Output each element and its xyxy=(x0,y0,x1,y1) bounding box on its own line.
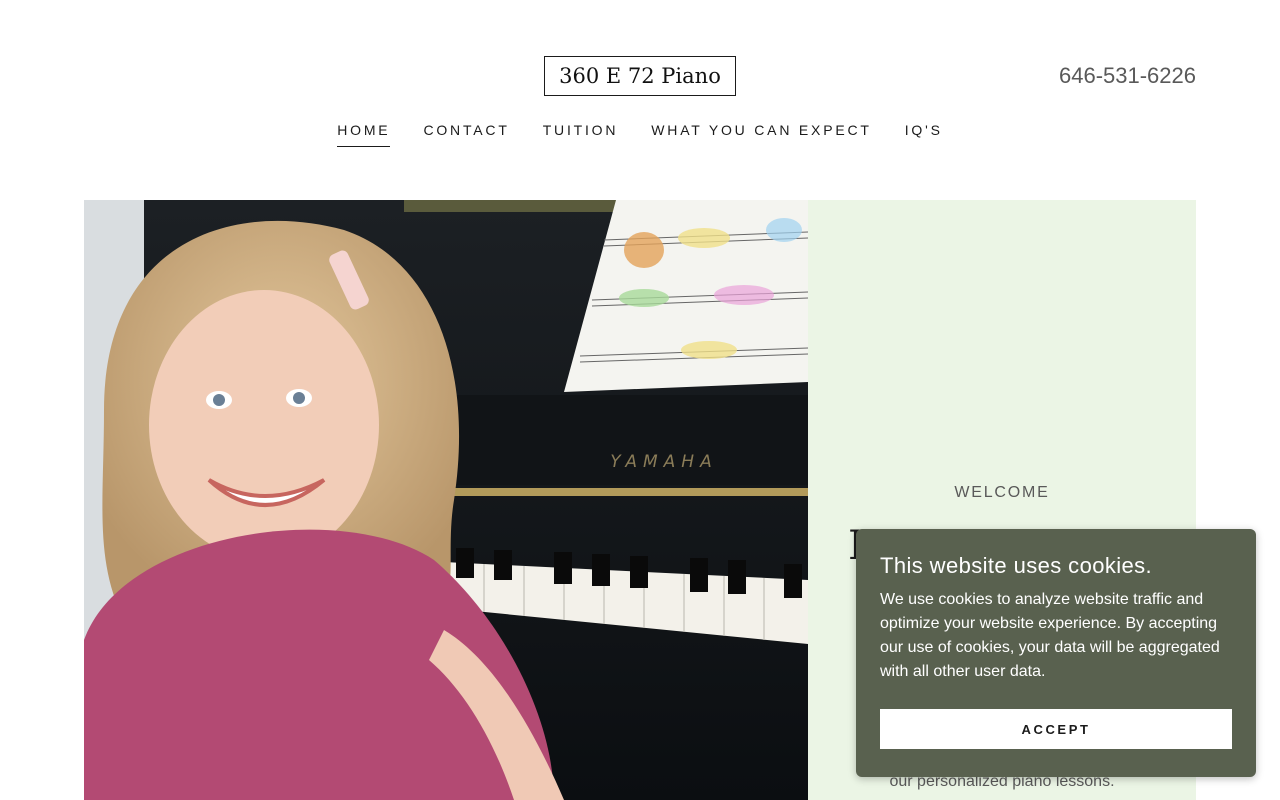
nav-contact[interactable]: CONTACT xyxy=(423,122,509,147)
girl-at-piano-image: YAMAHA xyxy=(84,200,808,800)
cookie-body: We use cookies to analyze website traffi… xyxy=(880,591,1220,680)
nav-home[interactable]: HOME xyxy=(337,122,391,147)
main-nav: HOME CONTACT TUITION WHAT YOU CAN EXPECT… xyxy=(0,122,1280,147)
welcome-label: WELCOME xyxy=(954,484,1050,501)
nav-tuition[interactable]: TUITION xyxy=(543,122,619,147)
nav-what-you-can-expect[interactable]: WHAT YOU CAN EXPECT xyxy=(651,122,871,147)
hero-photo: YAMAHA xyxy=(84,200,808,800)
cookie-title: This website uses cookies. xyxy=(880,553,1153,578)
phone-link[interactable]: 646-531-6226 xyxy=(1059,63,1196,89)
accept-cookies-button[interactable]: ACCEPT xyxy=(880,709,1232,749)
nav-iqs[interactable]: IQ'S xyxy=(905,122,943,147)
site-logo[interactable]: 360 E 72 Piano xyxy=(544,56,736,96)
cookie-banner: This website uses cookies. We use cookie… xyxy=(856,529,1256,777)
piano-brand-text: YAMAHA xyxy=(610,452,717,472)
